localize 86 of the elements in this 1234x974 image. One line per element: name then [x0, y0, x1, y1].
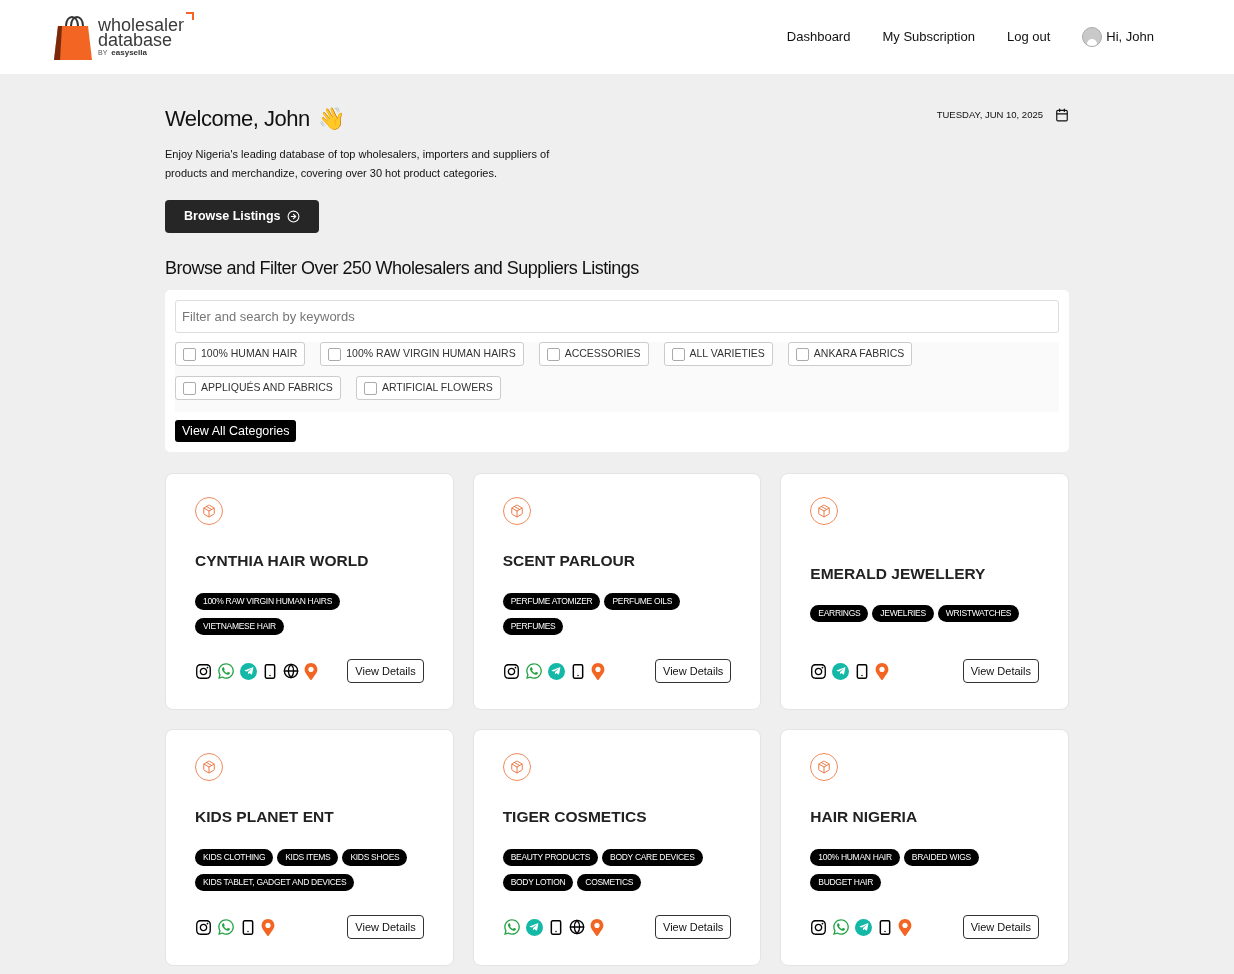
- calendar-icon[interactable]: [1055, 108, 1069, 123]
- location-pin-icon[interactable]: [304, 662, 318, 680]
- category-tag: BODY CARE DEVICES: [602, 848, 703, 866]
- view-details-button[interactable]: View Details: [655, 659, 732, 683]
- whatsapp-icon[interactable]: [217, 918, 235, 936]
- listing-name: EMERALD JEWELLERY: [810, 563, 987, 584]
- instagram-icon[interactable]: [195, 918, 212, 936]
- category-label: APPLIQUÉS AND FABRICS: [201, 380, 333, 396]
- view-details-button[interactable]: View Details: [347, 659, 424, 683]
- category-label: ACCESSORIES: [564, 346, 641, 362]
- category-tag: BODY LOTION: [502, 873, 574, 891]
- category-tag: PERFUMES: [502, 617, 564, 635]
- date-text: TUESDAY, JUN 10, 2025: [936, 108, 1043, 122]
- category-tag: KIDS CLOTHING: [195, 848, 274, 866]
- welcome-description: Enjoy Nigeria's leading database of top wholesalers, importers and suppliers of products and merchandize, covering over 30 hot product categories.: [165, 147, 551, 181]
- category-tag: PERFUME OILS: [604, 592, 681, 610]
- checkbox[interactable]: [795, 347, 809, 361]
- phone-icon[interactable]: [240, 918, 256, 936]
- category-label: ARTIFICIAL FLOWERS: [381, 380, 493, 396]
- category-filter[interactable]: ALL VARIETIES: [663, 342, 773, 366]
- category-tag: BUDGET HAIR: [810, 873, 881, 891]
- category-filter[interactable]: ACCESSORIES: [538, 342, 649, 366]
- globe-icon[interactable]: [283, 663, 299, 679]
- category-label: 100% RAW VIRGIN HUMAN HAIRS: [346, 346, 516, 362]
- globe-icon[interactable]: [568, 919, 585, 935]
- search-field[interactable]: Filter and search by keywords: [175, 300, 1059, 333]
- brand-text: easysella: [111, 48, 147, 57]
- category-filter[interactable]: ANKARA FABRICS: [787, 342, 913, 366]
- checkbox[interactable]: [183, 381, 196, 395]
- phone-icon[interactable]: [262, 662, 278, 680]
- checkbox[interactable]: [363, 381, 377, 395]
- instagram-icon[interactable]: [810, 662, 828, 680]
- category-tag: BRAIDED WIGS: [903, 848, 979, 866]
- category-tag: BEAUTY PRODUCTS: [502, 848, 599, 866]
- logo-text: wholesaler: [98, 17, 185, 33]
- view-details-button[interactable]: View Details: [962, 659, 1039, 683]
- checkbox[interactable]: [671, 347, 685, 361]
- checkbox[interactable]: [546, 347, 560, 361]
- avatar-icon[interactable]: [1082, 27, 1103, 47]
- category-tag: PERFUME ATOMIZER: [502, 592, 601, 610]
- logo-text: database: [98, 32, 173, 48]
- category-label: ALL VARIETIES: [689, 346, 765, 362]
- category-filter[interactable]: 100% HUMAN HAIR: [175, 342, 306, 366]
- whatsapp-icon[interactable]: [502, 918, 521, 936]
- category-tag: JEWELRIES: [872, 605, 934, 623]
- category-tag: COSMETICS: [577, 873, 642, 891]
- view-details-button[interactable]: View Details: [962, 915, 1039, 939]
- category-tag: 100% HUMAN HAIR: [810, 848, 900, 866]
- whatsapp-icon[interactable]: [217, 662, 235, 680]
- instagram-icon[interactable]: [195, 662, 212, 680]
- location-pin-icon[interactable]: [261, 918, 275, 936]
- category-tag: KIDS SHOES: [342, 848, 408, 866]
- section-heading: Browse and Filter Over 250 Wholesalers and Suppliers Listings: [165, 257, 640, 280]
- category-tag: KIDS ITEMS: [277, 848, 339, 866]
- checkbox[interactable]: [328, 347, 342, 361]
- user-greeting[interactable]: Hi, John: [1106, 27, 1154, 47]
- category-label: 100% HUMAN HAIR: [201, 346, 298, 362]
- waving-hand-emoji: 👋: [317, 105, 345, 133]
- category-filter[interactable]: APPLIQUÉS AND FABRICS: [175, 376, 341, 400]
- telegram-icon[interactable]: [240, 662, 257, 680]
- corner-mark-icon: [186, 11, 195, 20]
- category-tag: KIDS TABLET, GADGET AND DEVICES: [195, 873, 355, 891]
- listing-name: TIGER COSMETICS: [502, 807, 648, 828]
- nav-link[interactable]: Dashboard: [786, 27, 851, 47]
- arrow-right-circle-icon: [286, 210, 300, 223]
- category-tag: EARRINGS: [810, 605, 869, 623]
- welcome-title: Welcome, John: [165, 105, 310, 133]
- instagram-icon[interactable]: [810, 918, 828, 936]
- listing-name: HAIR NIGERIA: [810, 807, 919, 828]
- category-tag: WRISTWATCHES: [937, 605, 1020, 623]
- browse-listings-button[interactable]: Browse Listings: [165, 200, 319, 233]
- view-details-button[interactable]: View Details: [655, 915, 732, 939]
- category-tag: VIETNAMESE HAIR: [195, 617, 284, 635]
- listing-name: CYNTHIA HAIR WORLD: [195, 551, 370, 572]
- checkbox[interactable]: [183, 347, 196, 361]
- instagram-icon[interactable]: [502, 662, 520, 680]
- listing-name: SCENT PARLOUR: [502, 551, 636, 572]
- category-tag: 100% RAW VIRGIN HUMAN HAIRS: [195, 592, 341, 610]
- view-all-categories-button[interactable]: View All Categories: [175, 420, 297, 442]
- category-label: ANKARA FABRICS: [813, 346, 905, 362]
- nav-link[interactable]: Log out: [1006, 27, 1051, 47]
- nav-link[interactable]: My Subscription: [882, 27, 975, 47]
- category-filter[interactable]: 100% RAW VIRGIN HUMAN HAIRS: [320, 342, 524, 366]
- view-details-button[interactable]: View Details: [347, 915, 424, 939]
- listing-name: KIDS PLANET ENT: [195, 807, 335, 828]
- category-filter[interactable]: ARTIFICIAL FLOWERS: [355, 376, 501, 400]
